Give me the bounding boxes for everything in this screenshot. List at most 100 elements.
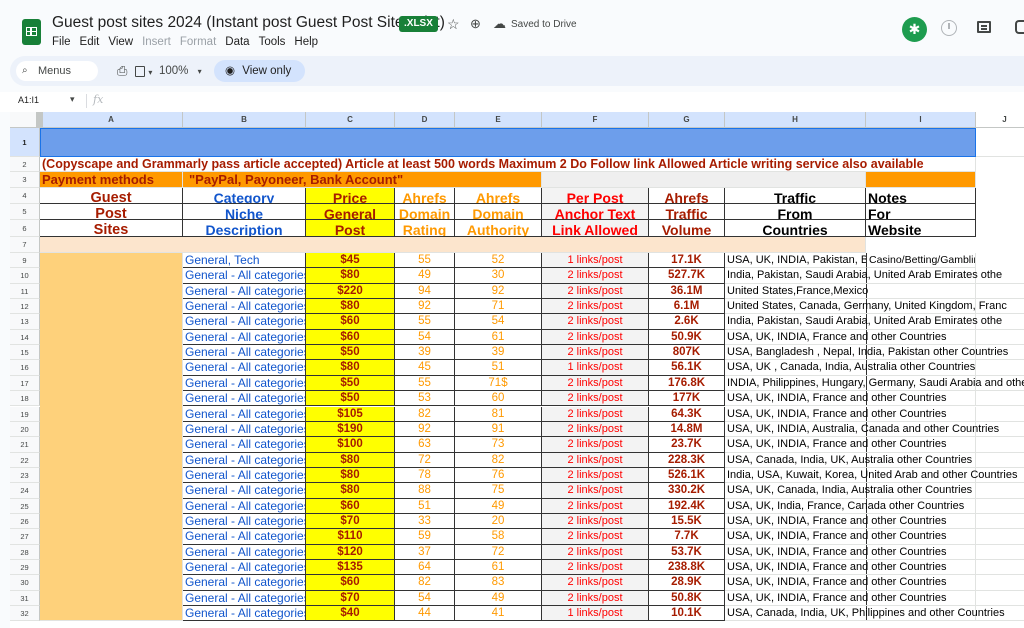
menu-tools[interactable]: Tools (259, 36, 286, 48)
row-header-20[interactable]: 20 (10, 421, 40, 438)
traffic-volume-cell[interactable]: 50.9K (649, 329, 725, 346)
traffic-countries-cell[interactable]: USA, UK, Canada, India, Australia other … (725, 483, 1024, 499)
domain-authority-cell[interactable]: 92 (455, 283, 542, 300)
traffic-countries-cell[interactable]: India, USA, Kuwait, Korea, United Arab a… (725, 468, 1024, 484)
row-header-13[interactable]: 13 (10, 314, 40, 330)
row-header-30[interactable]: 30 (10, 575, 40, 591)
domain-rating-cell[interactable]: 55 (395, 253, 455, 269)
traffic-countries-cell[interactable]: USA, UK, INDIA, France and other Countri… (725, 437, 1024, 453)
notes-cell[interactable]: Casino/Betting/Gambling $300 ( (866, 253, 976, 269)
traffic-volume-cell[interactable]: 807K (649, 345, 725, 361)
row-header-19[interactable]: 19 (10, 406, 40, 422)
domain-rating-cell[interactable]: 54 (395, 590, 455, 607)
name-box-caret-icon[interactable]: ▾ (70, 94, 75, 105)
price-cell[interactable]: $80 (306, 268, 395, 284)
traffic-countries-cell[interactable]: USA, Canada, India, UK, Philippines and … (725, 606, 1024, 622)
meet-icon[interactable] (1015, 20, 1024, 34)
row-header-15[interactable]: 15 (10, 345, 40, 361)
column-header-j[interactable]: J (976, 112, 1024, 128)
category-cell[interactable]: General - All categories (183, 299, 306, 315)
view-only-button[interactable]: ◉ View only (214, 60, 305, 82)
menu-data[interactable]: Data (225, 36, 249, 48)
category-cell[interactable]: General, Tech (183, 253, 306, 269)
domain-authority-cell[interactable]: 76 (455, 467, 542, 484)
column-header-h[interactable]: H (725, 112, 866, 128)
category-cell[interactable]: General - All categories (183, 544, 306, 560)
domain-authority-cell[interactable]: 39 (455, 345, 542, 361)
traffic-volume-cell[interactable]: 2.6K (649, 314, 725, 330)
links-allowed-cell[interactable]: 2 links/post (542, 467, 649, 484)
row-header-22[interactable]: 22 (10, 452, 40, 468)
domain-rating-cell[interactable]: 78 (395, 467, 455, 484)
menu-help[interactable]: Help (294, 36, 318, 48)
price-cell[interactable]: $60 (306, 329, 395, 346)
category-cell[interactable]: General - All categories (183, 437, 306, 453)
domain-authority-cell[interactable]: 20 (455, 513, 542, 530)
domain-authority-cell[interactable]: 71$ (455, 375, 542, 392)
category-cell[interactable]: General - All categories (183, 452, 306, 468)
links-allowed-cell[interactable]: 1 links/post (542, 606, 649, 622)
links-allowed-cell[interactable]: 2 links/post (542, 283, 649, 300)
category-cell[interactable]: General - All categories (183, 314, 306, 330)
traffic-countries-cell[interactable]: United States,France,Mexico (725, 284, 1024, 300)
domain-rating-cell[interactable]: 49 (395, 268, 455, 284)
menu-edit[interactable]: Edit (80, 36, 100, 48)
domain-rating-cell[interactable]: 59 (395, 529, 455, 545)
comments-icon[interactable] (977, 21, 991, 33)
links-allowed-cell[interactable]: 1 links/post (542, 360, 649, 376)
domain-rating-cell[interactable]: 92 (395, 299, 455, 315)
domain-authority-cell[interactable]: 82 (455, 452, 542, 468)
traffic-volume-cell[interactable]: 330.2K (649, 483, 725, 499)
traffic-volume-cell[interactable]: 177K (649, 391, 725, 407)
links-allowed-cell[interactable]: 2 links/post (542, 452, 649, 468)
links-allowed-cell[interactable]: 2 links/post (542, 314, 649, 330)
category-cell[interactable]: General - All categories (183, 575, 306, 591)
domain-authority-cell[interactable]: 72 (455, 544, 542, 560)
links-allowed-cell[interactable]: 2 links/post (542, 375, 649, 392)
traffic-countries-cell[interactable]: USA, UK, INDIA, France and other Countri… (725, 529, 1024, 545)
menu-view[interactable]: View (108, 36, 133, 48)
traffic-countries-cell[interactable]: USA, Bangladesh , Nepal, India, Pakistan… (725, 345, 1024, 361)
traffic-volume-cell[interactable]: 50.8K (649, 590, 725, 607)
row-header-29[interactable]: 29 (10, 560, 40, 576)
traffic-countries-cell[interactable]: USA, UK, INDIA, France and other Countri… (725, 391, 1024, 407)
traffic-countries-cell[interactable]: USA, UK, INDIA, France and other Countri… (725, 591, 1024, 607)
traffic-volume-cell[interactable]: 15.5K (649, 513, 725, 530)
menu-format[interactable]: Format (180, 36, 216, 48)
row-header-6[interactable]: 6 (10, 220, 40, 237)
traffic-volume-cell[interactable]: 228.3K (649, 452, 725, 468)
traffic-countries-cell[interactable]: United States, Canada, Germany, United K… (725, 299, 1024, 315)
price-cell[interactable]: $80 (306, 452, 395, 468)
domain-authority-cell[interactable]: 41 (455, 606, 542, 622)
domain-authority-cell[interactable]: 75 (455, 483, 542, 499)
row-header-31[interactable]: 31 (10, 590, 40, 607)
category-cell[interactable]: General - All categories (183, 606, 306, 622)
traffic-countries-cell[interactable]: USA, UK, India, France, Canada other Cou… (725, 499, 1024, 514)
links-allowed-cell[interactable]: 2 links/post (542, 437, 649, 453)
price-cell[interactable]: $45 (306, 253, 395, 269)
price-cell[interactable]: $40 (306, 606, 395, 622)
traffic-countries-cell[interactable]: India, Pakistan, Saudi Arabia, United Ar… (725, 268, 1024, 284)
links-allowed-cell[interactable]: 2 links/post (542, 299, 649, 315)
price-cell[interactable]: $70 (306, 513, 395, 530)
category-cell[interactable]: General - All categories (183, 467, 306, 484)
traffic-volume-cell[interactable]: 28.9K (649, 575, 725, 591)
domain-rating-cell[interactable]: 45 (395, 360, 455, 376)
domain-rating-cell[interactable]: 88 (395, 483, 455, 499)
price-cell[interactable]: $60 (306, 498, 395, 514)
domain-rating-cell[interactable]: 37 (395, 544, 455, 560)
user-avatar[interactable]: ✱ (902, 17, 927, 42)
links-allowed-cell[interactable]: 2 links/post (542, 345, 649, 361)
row-header-27[interactable]: 27 (10, 529, 40, 545)
price-cell[interactable]: $190 (306, 421, 395, 438)
column-header-e[interactable]: E (455, 112, 542, 128)
star-icon[interactable]: ☆ (447, 16, 460, 32)
traffic-countries-cell[interactable]: USA, UK , Canada, India, Australia other… (725, 360, 1024, 376)
domain-rating-cell[interactable]: 92 (395, 421, 455, 438)
price-cell[interactable]: $120 (306, 544, 395, 560)
price-cell[interactable]: $70 (306, 590, 395, 607)
traffic-volume-cell[interactable]: 56.1K (649, 360, 725, 376)
cell-j1[interactable] (976, 128, 1024, 157)
price-cell[interactable]: $50 (306, 345, 395, 361)
price-cell[interactable]: $80 (306, 467, 395, 484)
